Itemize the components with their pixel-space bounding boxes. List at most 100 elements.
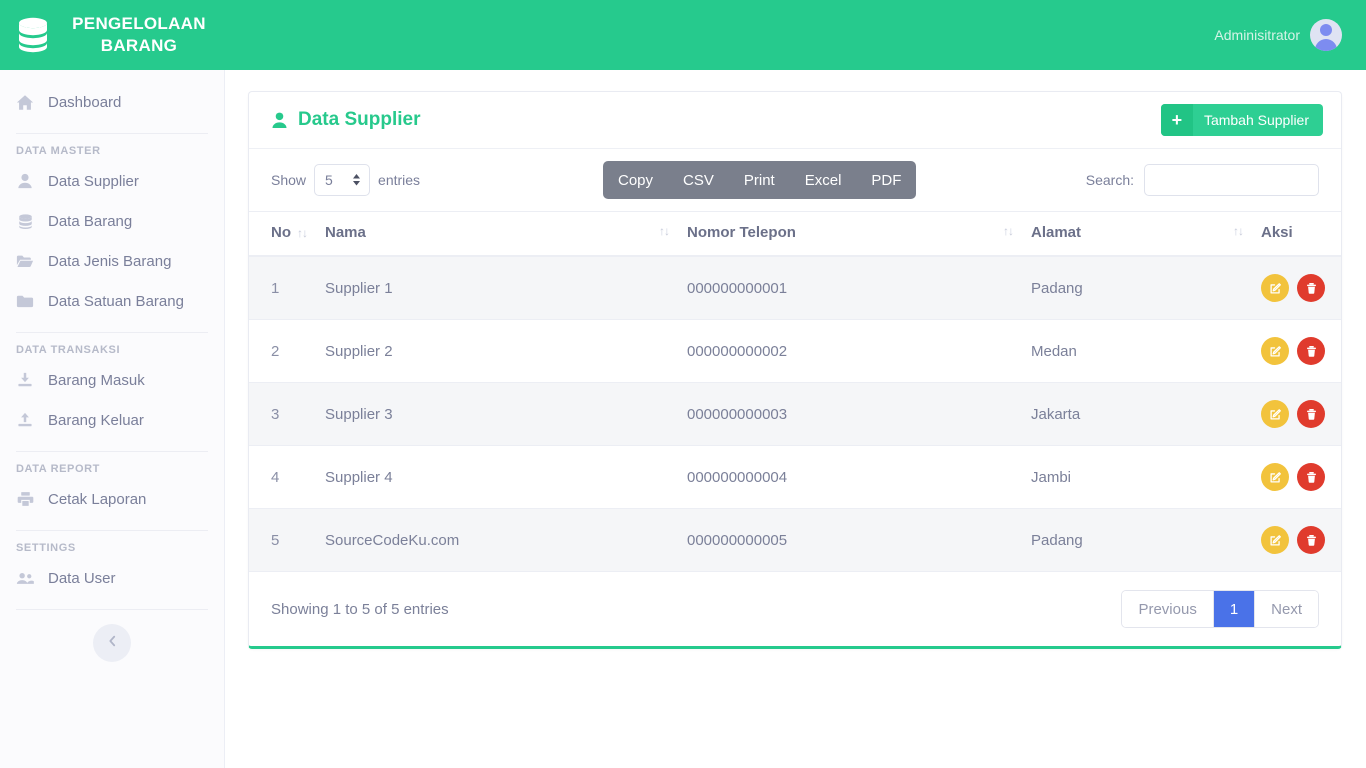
page-title: Data Supplier [271,109,420,131]
cell-nama: Supplier 1 [325,256,687,320]
sort-icon: ↑↓ [1233,224,1244,238]
table-footer: Showing 1 to 5 of 5 entries Previous 1 N… [249,572,1341,646]
cell-nama: SourceCodeKu.com [325,508,687,572]
column-header-alamat[interactable]: Alamat ↑↓ [1031,211,1261,257]
user-avatar-icon[interactable] [1310,19,1342,51]
user-menu[interactable]: Adminisitrator [1214,19,1366,51]
sidebar: Dashboard DATA MASTER Data Supplier Data… [0,70,225,768]
brand-title: PENGELOLAAN BARANG [64,13,214,57]
delete-row-button[interactable] [1297,463,1325,491]
cell-alamat: Padang [1031,508,1261,572]
plus-icon: + [1160,104,1193,136]
sidebar-item-label: Data User [48,569,116,587]
show-entries-control: Show 5 entries [271,164,420,196]
pagination-next[interactable]: Next [1255,591,1318,627]
sidebar-item-barang-keluar[interactable]: Barang Keluar [0,400,224,440]
sidebar-item-data-user[interactable]: Data User [0,558,224,598]
sort-icon: ↑↓ [297,226,308,240]
sidebar-divider [16,332,208,333]
column-label: Alamat [1031,224,1082,241]
sidebar-collapse-button[interactable] [93,624,131,662]
table-row: 1 Supplier 1 000000000001 Padang [249,256,1341,320]
sidebar-item-data-satuan-barang[interactable]: Data Satuan Barang [0,281,224,321]
search-control: Search: [1086,164,1319,196]
column-label: Aksi [1261,224,1293,241]
column-header-no[interactable]: No ↑↓ [249,211,325,257]
sidebar-item-data-jenis-barang[interactable]: Data Jenis Barang [0,241,224,281]
sidebar-item-label: Data Satuan Barang [48,292,184,310]
column-header-nama[interactable]: Nama ↑↓ [325,211,687,257]
cell-aksi [1261,256,1341,320]
delete-row-button[interactable] [1297,526,1325,554]
sidebar-caption-settings: SETTINGS [16,542,76,554]
entries-label: entries [378,172,421,188]
export-excel-button[interactable]: Excel [790,161,857,199]
cell-telepon: 000000000002 [687,319,1031,383]
cell-alamat: Jakarta [1031,382,1261,446]
folder-open-icon [16,252,34,270]
sidebar-item-label: Dashboard [48,93,122,111]
pagination-page-1[interactable]: 1 [1213,591,1256,627]
export-copy-button[interactable]: Copy [603,161,668,199]
sidebar-divider [16,133,208,134]
sidebar-item-label: Barang Keluar [48,411,144,429]
sidebar-item-dashboard[interactable]: Dashboard [0,82,224,122]
cell-nama: Supplier 2 [325,319,687,383]
brand-title-line1: PENGELOLAAN [72,14,206,33]
delete-row-button[interactable] [1297,337,1325,365]
cell-no: 2 [249,319,325,383]
table-toolbar: Show 5 entries Copy CSV Print Excel PDF [249,149,1341,211]
pagination-previous[interactable]: Previous [1122,591,1214,627]
export-buttons-group: Copy CSV Print Excel PDF [603,161,917,199]
edit-row-button[interactable] [1261,463,1289,491]
export-csv-button[interactable]: CSV [668,161,729,199]
edit-row-button[interactable] [1261,400,1289,428]
sort-icon: ↑↓ [1003,224,1014,238]
column-header-nomor-telepon[interactable]: Nomor Telepon ↑↓ [687,211,1031,257]
edit-row-button[interactable] [1261,337,1289,365]
add-supplier-button[interactable]: + Tambah Supplier [1160,104,1323,136]
page-length-select[interactable]: 5 [314,164,371,196]
sidebar-item-cetak-laporan[interactable]: Cetak Laporan [0,479,224,519]
export-print-button[interactable]: Print [729,161,790,199]
sidebar-divider [16,451,208,452]
table-header-row: No ↑↓ Nama ↑↓ Nomor Telepon ↑↓ Alamat ↑↓ Aks… [249,211,1341,257]
cell-telepon: 000000000001 [687,256,1031,320]
edit-row-button[interactable] [1261,526,1289,554]
delete-row-button[interactable] [1297,400,1325,428]
entries-info: Showing 1 to 5 of 5 entries [271,600,449,618]
sidebar-caption-data-report: DATA REPORT [16,463,101,475]
chevron-left-icon [107,634,118,653]
edit-row-button[interactable] [1261,274,1289,302]
table-row: 3 Supplier 3 000000000003 Jakarta [249,382,1341,446]
column-header-aksi: Aksi [1261,211,1341,257]
print-icon [16,490,34,508]
export-pdf-button[interactable]: PDF [856,161,916,199]
search-input[interactable] [1144,164,1319,196]
spinner-arrows-icon [352,174,361,186]
database-icon [16,212,34,230]
sort-icon: ↑↓ [659,224,670,238]
cell-no: 5 [249,508,325,572]
sidebar-item-label: Cetak Laporan [48,490,147,508]
column-label: No [271,224,291,241]
sidebar-item-data-barang[interactable]: Data Barang [0,201,224,241]
sidebar-item-label: Barang Masuk [48,371,145,389]
brand-title-line2: BARANG [100,36,178,55]
sidebar-item-barang-masuk[interactable]: Barang Masuk [0,360,224,400]
sidebar-caption-data-master: DATA MASTER [16,145,101,157]
upload-icon [16,411,34,429]
user-icon [16,172,34,190]
cell-telepon: 000000000004 [687,445,1031,509]
cell-nama: Supplier 4 [325,445,687,509]
page-length-value: 5 [325,172,333,188]
brand[interactable]: PENGELOLAAN BARANG [0,0,225,70]
download-icon [16,371,34,389]
cell-no: 3 [249,382,325,446]
delete-row-button[interactable] [1297,274,1325,302]
users-icon [16,569,34,587]
column-label: Nomor Telepon [687,224,796,241]
cell-alamat: Medan [1031,319,1261,383]
column-label: Nama [325,224,366,241]
sidebar-item-data-supplier[interactable]: Data Supplier [0,161,224,201]
